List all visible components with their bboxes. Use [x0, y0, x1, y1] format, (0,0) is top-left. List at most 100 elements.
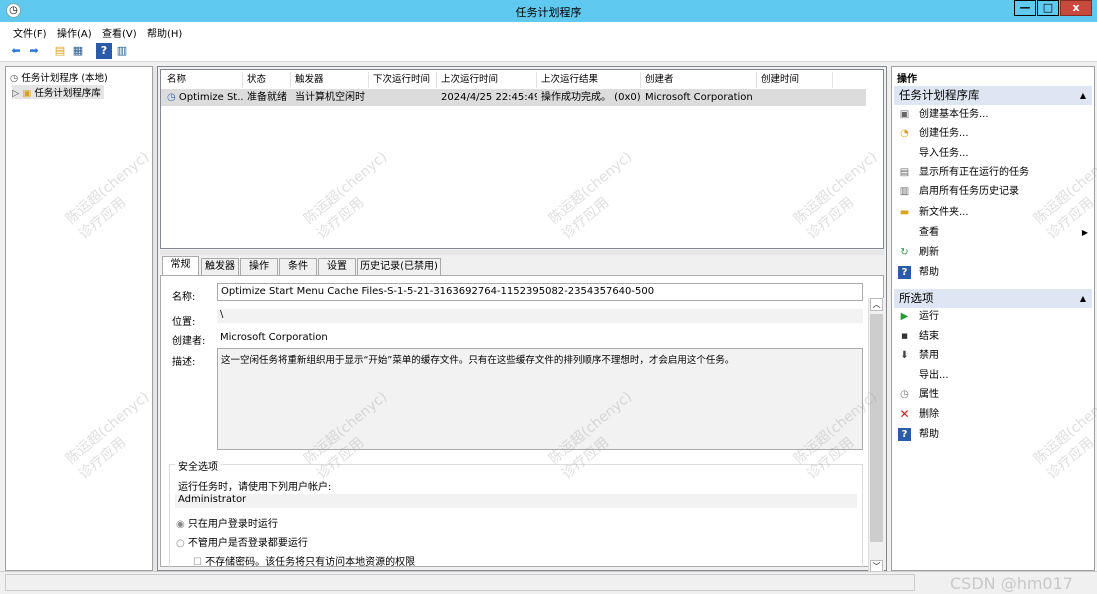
menu-help[interactable]: 帮助(H)	[147, 25, 182, 40]
show-hide-tree-icon[interactable]: ▦	[70, 43, 86, 59]
task-details: 常规 触发器 操作 条件 设置 历史记录(已禁用) 名称: Optimize S…	[160, 255, 884, 574]
tab-triggers[interactable]: 触发器	[201, 258, 239, 275]
disable-arrow-icon: ⬇	[900, 350, 909, 361]
action-end[interactable]: ■ 结束	[897, 327, 1092, 346]
action-delete[interactable]: ✕ 删除	[897, 405, 1092, 424]
column-header[interactable]: 触发器	[291, 72, 369, 88]
table-row[interactable]: ◷ Optimize St... 准备就绪 当计算机空闲时 2024/4/25 …	[161, 89, 866, 106]
action-label: 属性	[919, 389, 939, 400]
action-label: 帮助	[919, 429, 939, 440]
action-import-task[interactable]: 导入任务...	[897, 144, 1092, 163]
action-create-task[interactable]: ◔ 创建任务...	[897, 124, 1092, 143]
folder-icon: ▣	[22, 88, 32, 99]
tab-general[interactable]: 常规	[162, 256, 199, 275]
task-status: 准备就绪	[247, 92, 287, 103]
menu-action[interactable]: 操作(A)	[57, 25, 92, 40]
run-icon: ▶	[900, 311, 909, 322]
radio-whether-label: 不管用户是否登录都要运行	[187, 538, 308, 549]
action-run[interactable]: ▶ 运行	[897, 307, 1092, 326]
action-view[interactable]: 查看 ▶	[897, 223, 1092, 242]
checkbox-no-store-password[interactable]: ☐ 不存储密码。该任务将只有访问本地资源的权限	[193, 553, 415, 568]
location-label: 位置:	[172, 317, 196, 328]
column-header[interactable]: 上次运行时间	[437, 72, 537, 88]
general-tab-panel: 名称: Optimize Start Menu Cache Files-S-1-…	[160, 275, 884, 574]
task-created	[757, 90, 833, 106]
section-selected-item[interactable]: 所选项 ▲	[894, 289, 1092, 308]
forward-arrow-icon[interactable]: ➡	[26, 43, 42, 59]
column-header[interactable]: 创建时间	[757, 72, 833, 88]
radio-whether-logged-on[interactable]: ○ 不管用户是否登录都要运行	[176, 534, 308, 549]
status-panel	[5, 574, 915, 591]
run-as-text: 运行任务时，请使用下列用户帐户:	[178, 482, 332, 493]
menu-file[interactable]: 文件(F)	[13, 25, 47, 40]
maximize-button[interactable]: □	[1037, 0, 1059, 16]
description-label: 描述:	[172, 357, 196, 368]
action-new-folder[interactable]: ▬ 新文件夹...	[897, 203, 1092, 222]
tab-conditions[interactable]: 条件	[279, 258, 317, 275]
action-export[interactable]: 导出...	[897, 366, 1092, 385]
wizard-icon: ▣	[899, 109, 910, 120]
back-arrow-icon[interactable]: ⬅	[8, 43, 24, 59]
tab-settings[interactable]: 设置	[318, 258, 356, 275]
up-folder-icon[interactable]: ▤	[52, 43, 68, 59]
name-label: 名称:	[172, 292, 196, 303]
section-selected-item-label: 所选项	[899, 291, 934, 305]
radio-logged-on-label: 只在用户登录时运行	[187, 519, 278, 530]
clock-icon: ◷	[10, 73, 19, 84]
action-help-library[interactable]: ? 帮助	[897, 263, 1092, 282]
task-last-run: 2024/4/25 22:45:49	[441, 92, 537, 103]
author-field: Microsoft Corporation	[220, 332, 328, 343]
submenu-arrow-icon: ▶	[1081, 228, 1088, 237]
description-field[interactable]: 这一空闲任务将重新组织用于显示“开始”菜单的缓存文件。只有在这些缓存文件的排列顺…	[217, 348, 863, 450]
action-enable-history[interactable]: ▥ 启用所有任务历史记录	[897, 182, 1092, 201]
actions-pane: 操作 任务计划程序库 ▲ ▣ 创建基本任务... ◔ 创建任务... 导入任务... …	[891, 66, 1095, 571]
menu-view[interactable]: 查看(V)	[102, 25, 137, 40]
task-name: Optimize St...	[178, 92, 243, 103]
radio-logged-on[interactable]: ◉ 只在用户登录时运行	[176, 515, 278, 530]
tree-node-library[interactable]: ▷ ▣ 任务计划程序库	[12, 85, 104, 99]
action-refresh[interactable]: ↻ 刷新	[897, 243, 1092, 262]
history-icon: ▥	[899, 186, 910, 197]
scroll-thumb[interactable]	[870, 314, 883, 542]
column-header[interactable]: 状态	[243, 72, 291, 88]
action-disable[interactable]: ⬇ 禁用	[897, 346, 1092, 365]
running-tasks-icon: ▤	[899, 167, 910, 178]
action-help-selected[interactable]: ? 帮助	[897, 425, 1092, 444]
tab-history[interactable]: 历史记录(已禁用)	[357, 258, 441, 275]
expand-arrow-icon[interactable]: ▷	[12, 88, 19, 99]
column-header[interactable]: 创建者	[641, 72, 757, 88]
menu-bar: 文件(F) 操作(A) 查看(V) 帮助(H)	[0, 22, 1097, 40]
close-button[interactable]: x	[1060, 0, 1092, 16]
action-show-running[interactable]: ▤ 显示所有正在运行的任务	[897, 163, 1092, 182]
checkbox-no-store-label: 不存储密码。该任务将只有访问本地资源的权限	[205, 557, 416, 568]
action-properties[interactable]: ◷ 属性	[897, 385, 1092, 404]
name-field[interactable]: Optimize Start Menu Cache Files-S-1-5-21…	[217, 283, 863, 301]
collapse-icon[interactable]: ▲	[1080, 86, 1086, 105]
column-header[interactable]: 下次运行时间	[369, 72, 437, 88]
collapse-icon[interactable]: ▲	[1080, 289, 1086, 308]
scroll-up-icon[interactable]: ︿	[870, 298, 883, 311]
column-header[interactable]: 名称	[163, 72, 243, 88]
status-bar: CSDN @hm017	[0, 571, 1097, 594]
section-task-library[interactable]: 任务计划程序库 ▲	[894, 86, 1092, 105]
action-label: 显示所有正在运行的任务	[919, 167, 1029, 178]
folder-icon: ▬	[899, 207, 910, 218]
delete-x-icon: ✕	[899, 407, 910, 421]
help-icon[interactable]: ?	[96, 43, 112, 59]
refresh-icon: ↻	[900, 247, 909, 258]
column-header[interactable]: 上次运行结果	[537, 72, 641, 88]
window-title: 任务计划程序	[515, 6, 582, 19]
task-name-cell: ◷ Optimize St...	[163, 90, 243, 106]
tree-node-root[interactable]: ◷ 任务计划程序 (本地)	[10, 70, 108, 84]
properties-icon: ◷	[900, 389, 909, 400]
minimize-button[interactable]: —	[1014, 0, 1036, 16]
task-icon: ◷	[167, 92, 176, 103]
tab-actions[interactable]: 操作	[240, 258, 278, 275]
action-label: 创建任务...	[919, 128, 969, 139]
action-label: 禁用	[919, 350, 939, 361]
radio-selected-icon: ◉	[176, 519, 185, 530]
action-pane-icon[interactable]: ▥	[114, 43, 130, 59]
author-label: 创建者:	[172, 336, 206, 347]
action-create-basic-task[interactable]: ▣ 创建基本任务...	[897, 105, 1092, 124]
vertical-scrollbar[interactable]: ︿ ﹀	[868, 298, 884, 574]
